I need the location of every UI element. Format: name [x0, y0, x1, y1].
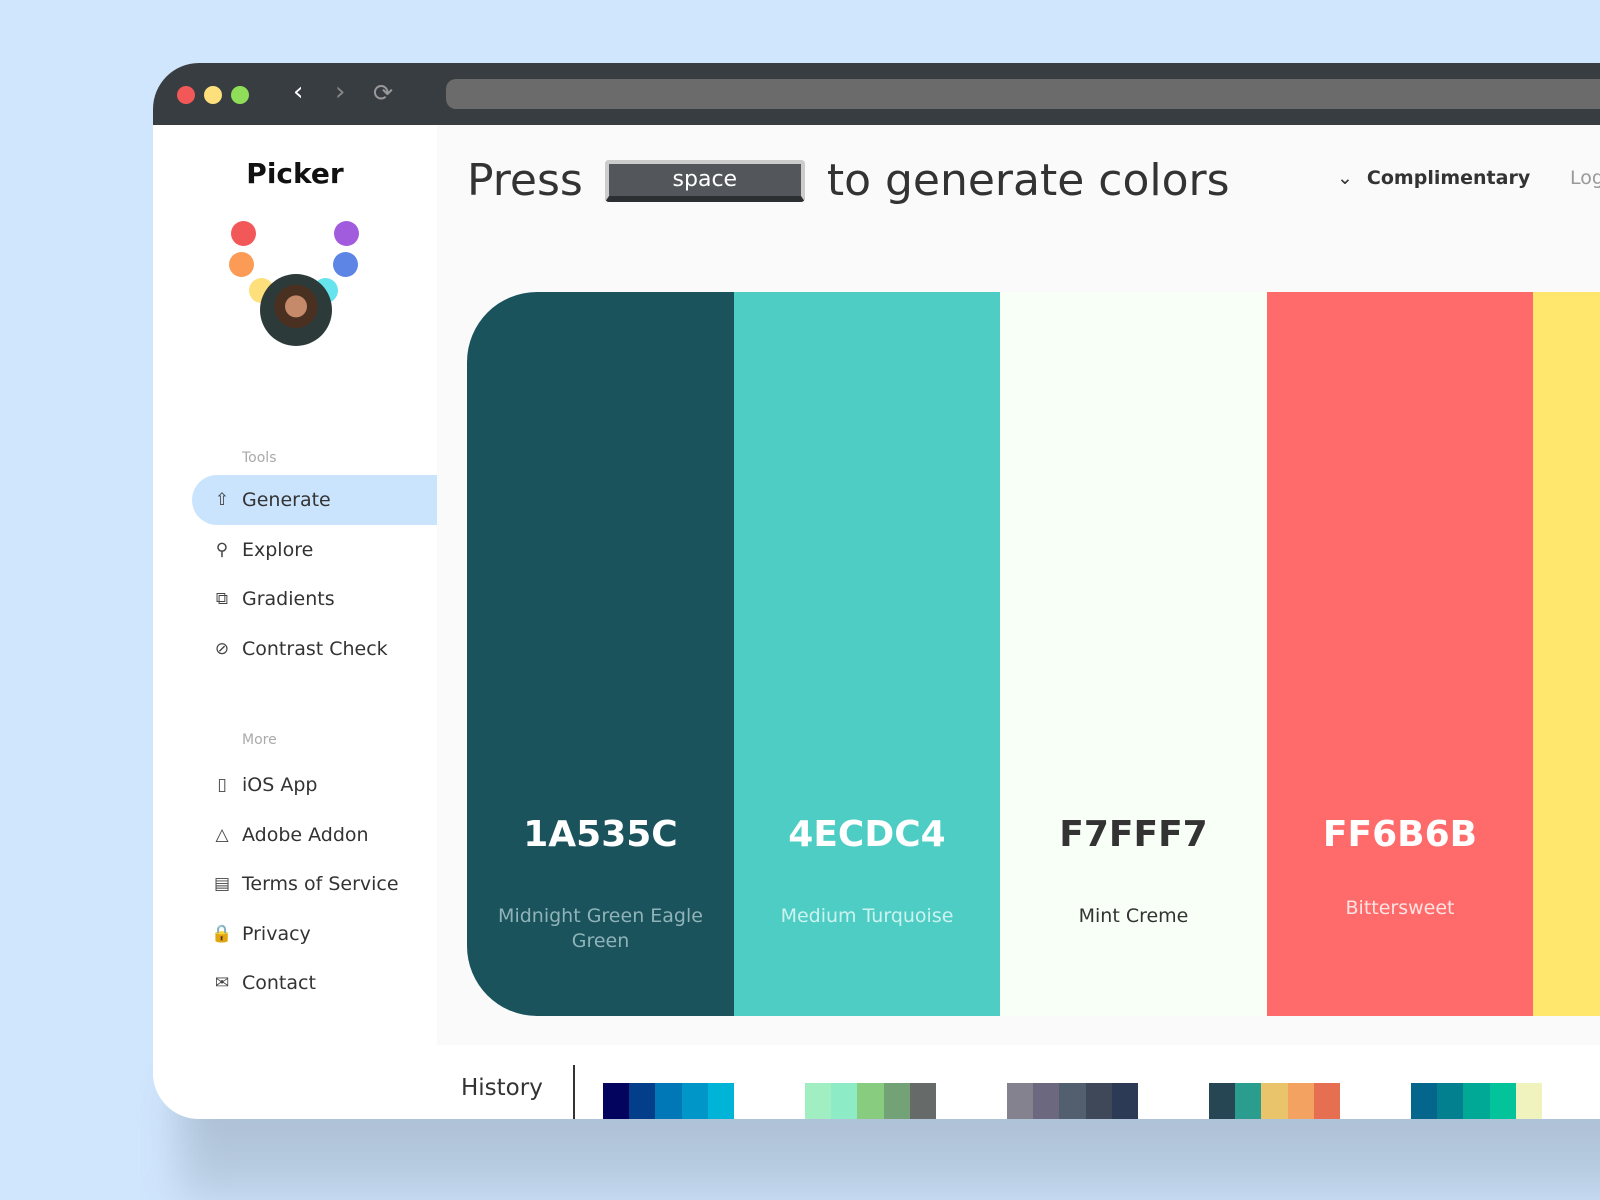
ios-app-icon: ▯: [217, 775, 227, 795]
login-link[interactable]: Log: [1570, 167, 1600, 189]
url-bar[interactable]: [446, 79, 1600, 109]
sidebar-item-label: Gradients: [242, 588, 335, 610]
history-color: [857, 1083, 884, 1119]
history-color: [1261, 1083, 1288, 1119]
press-text: Press: [467, 155, 583, 206]
space-key[interactable]: space: [604, 159, 805, 202]
history-color: [805, 1083, 832, 1119]
history-color: [707, 1083, 735, 1119]
history-label: History: [461, 1075, 543, 1101]
contact-icon: ✉: [214, 973, 230, 993]
minimize-button[interactable]: [204, 86, 222, 104]
sidebar-item-contrast-check[interactable]: ⊘ Contrast Check: [192, 624, 437, 674]
sidebar-item-terms-of-service[interactable]: ▤ Terms of Service: [192, 859, 437, 909]
avatar-color-dot: [229, 252, 254, 277]
history-color: [655, 1083, 682, 1119]
main-area: Press space to generate colors ⌄ Complime…: [437, 125, 1600, 1045]
swatch-name: Midnight Green Eagle Green: [498, 905, 703, 952]
avatar-color-dot: [231, 221, 256, 246]
sidebar-item-ios-app[interactable]: ▯ iOS App: [192, 760, 437, 810]
history-color: [909, 1083, 937, 1119]
logo: Picker: [246, 157, 344, 190]
swatch-name: Bittersweet: [1345, 897, 1455, 919]
history-color: [629, 1083, 656, 1119]
generate-text: to generate colors: [826, 155, 1230, 206]
swatch-hex[interactable]: 4ECDC4: [734, 814, 1001, 855]
swatch-hex[interactable]: FF6B6B: [1267, 814, 1534, 855]
sidebar-item-explore[interactable]: ⚲ Explore: [192, 525, 437, 575]
explore-icon: ⚲: [215, 539, 229, 560]
sidebar-item-label: Adobe Addon: [242, 823, 369, 846]
history-color: [1437, 1083, 1464, 1119]
divider: [573, 1065, 575, 1119]
sidebar-item-contact[interactable]: ✉ Contact: [192, 958, 437, 1008]
color-swatch[interactable]: FF6B6B Bittersweet: [1266, 292, 1534, 1016]
history-color: [1313, 1083, 1341, 1119]
forward-icon[interactable]: ›: [335, 77, 345, 107]
swatch-name: Mint Creme: [1078, 905, 1189, 927]
sidebar-item-label: Privacy: [242, 922, 311, 945]
color-swatch[interactable]: [1533, 292, 1600, 1016]
swatch-name: Medium Turquoise: [780, 905, 954, 927]
history-color: [1059, 1083, 1086, 1119]
history-color: [883, 1083, 910, 1119]
back-icon[interactable]: ‹: [293, 77, 303, 107]
more-heading: More: [242, 732, 277, 748]
sidebar-item-label: iOS App: [242, 774, 318, 796]
history-color: [831, 1083, 858, 1119]
color-swatch[interactable]: 4ECDC4 Medium Turquoise: [733, 292, 1001, 1016]
history-color: [1111, 1083, 1139, 1119]
sidebar-item-label: Generate: [242, 489, 331, 511]
terms-of-service-icon: ▤: [213, 874, 231, 894]
history-color: [603, 1083, 630, 1119]
history-palette[interactable]: [1007, 1083, 1139, 1119]
swatch-hex[interactable]: 1A535C: [467, 814, 734, 855]
avatar[interactable]: [260, 274, 332, 346]
mode-dropdown[interactable]: ⌄ Complimentary: [1337, 167, 1530, 189]
mode-label: Complimentary: [1366, 167, 1531, 189]
sidebar-item-privacy[interactable]: 🔒 Privacy: [192, 909, 437, 959]
avatar-color-dot: [333, 252, 358, 277]
history-color: [681, 1083, 708, 1119]
history-color: [1411, 1083, 1438, 1119]
avatar-color-dot: [334, 221, 359, 246]
history-color: [1209, 1083, 1236, 1119]
sidebar-item-gradients[interactable]: ⧉ Gradients: [192, 574, 437, 624]
color-swatch[interactable]: F7FFF7 Mint Creme: [1000, 292, 1267, 1016]
history-palette[interactable]: [1411, 1083, 1543, 1119]
history-color: [1085, 1083, 1112, 1119]
sidebar-item-adobe-addon[interactable]: △ Adobe Addon: [192, 810, 437, 860]
color-swatch[interactable]: 1A535C Midnight Green Eagle Green: [467, 292, 734, 1016]
adobe-addon-icon: △: [215, 824, 229, 845]
history-palette[interactable]: [1209, 1083, 1341, 1119]
history-color: [1033, 1083, 1060, 1119]
sidebar: Picker Tools ⇧ Generate ⚲ Explore ⧉ Gradients…: [153, 125, 437, 1119]
contrast-check-icon: ⊘: [214, 638, 230, 659]
history-color: [1515, 1083, 1543, 1119]
sidebar-item-generate[interactable]: ⇧ Generate: [192, 475, 437, 525]
generate-icon: ⇧: [214, 490, 230, 510]
sidebar-item-label: Contrast Check: [242, 637, 388, 660]
swatch-hex[interactable]: F7FFF7: [1000, 814, 1267, 855]
browser-window: ‹ › ⟳ Picker Tools ⇧ Generate ⚲ Explore ⧉ Gra…: [153, 63, 1600, 1119]
headline: Press space to generate colors: [467, 155, 1230, 206]
sidebar-item-label: Explore: [242, 538, 314, 561]
gradients-icon: ⧉: [215, 589, 229, 609]
history-color: [1007, 1083, 1034, 1119]
sidebar-item-label: Terms of Service: [242, 873, 399, 895]
history-color: [1463, 1083, 1490, 1119]
history-palette[interactable]: [603, 1083, 735, 1119]
chevron-down-icon: ⌄: [1337, 167, 1353, 189]
history-color: [1235, 1083, 1262, 1119]
history-color: [1287, 1083, 1314, 1119]
maximize-button[interactable]: [231, 86, 249, 104]
sidebar-item-label: Contact: [242, 972, 316, 994]
titlebar: ‹ › ⟳: [153, 63, 1600, 125]
close-button[interactable]: [177, 86, 195, 104]
reload-icon[interactable]: ⟳: [373, 79, 393, 107]
privacy-icon: 🔒: [211, 923, 233, 944]
history-palette[interactable]: [805, 1083, 937, 1119]
history-color: [1489, 1083, 1516, 1119]
tools-heading: Tools: [242, 450, 277, 466]
